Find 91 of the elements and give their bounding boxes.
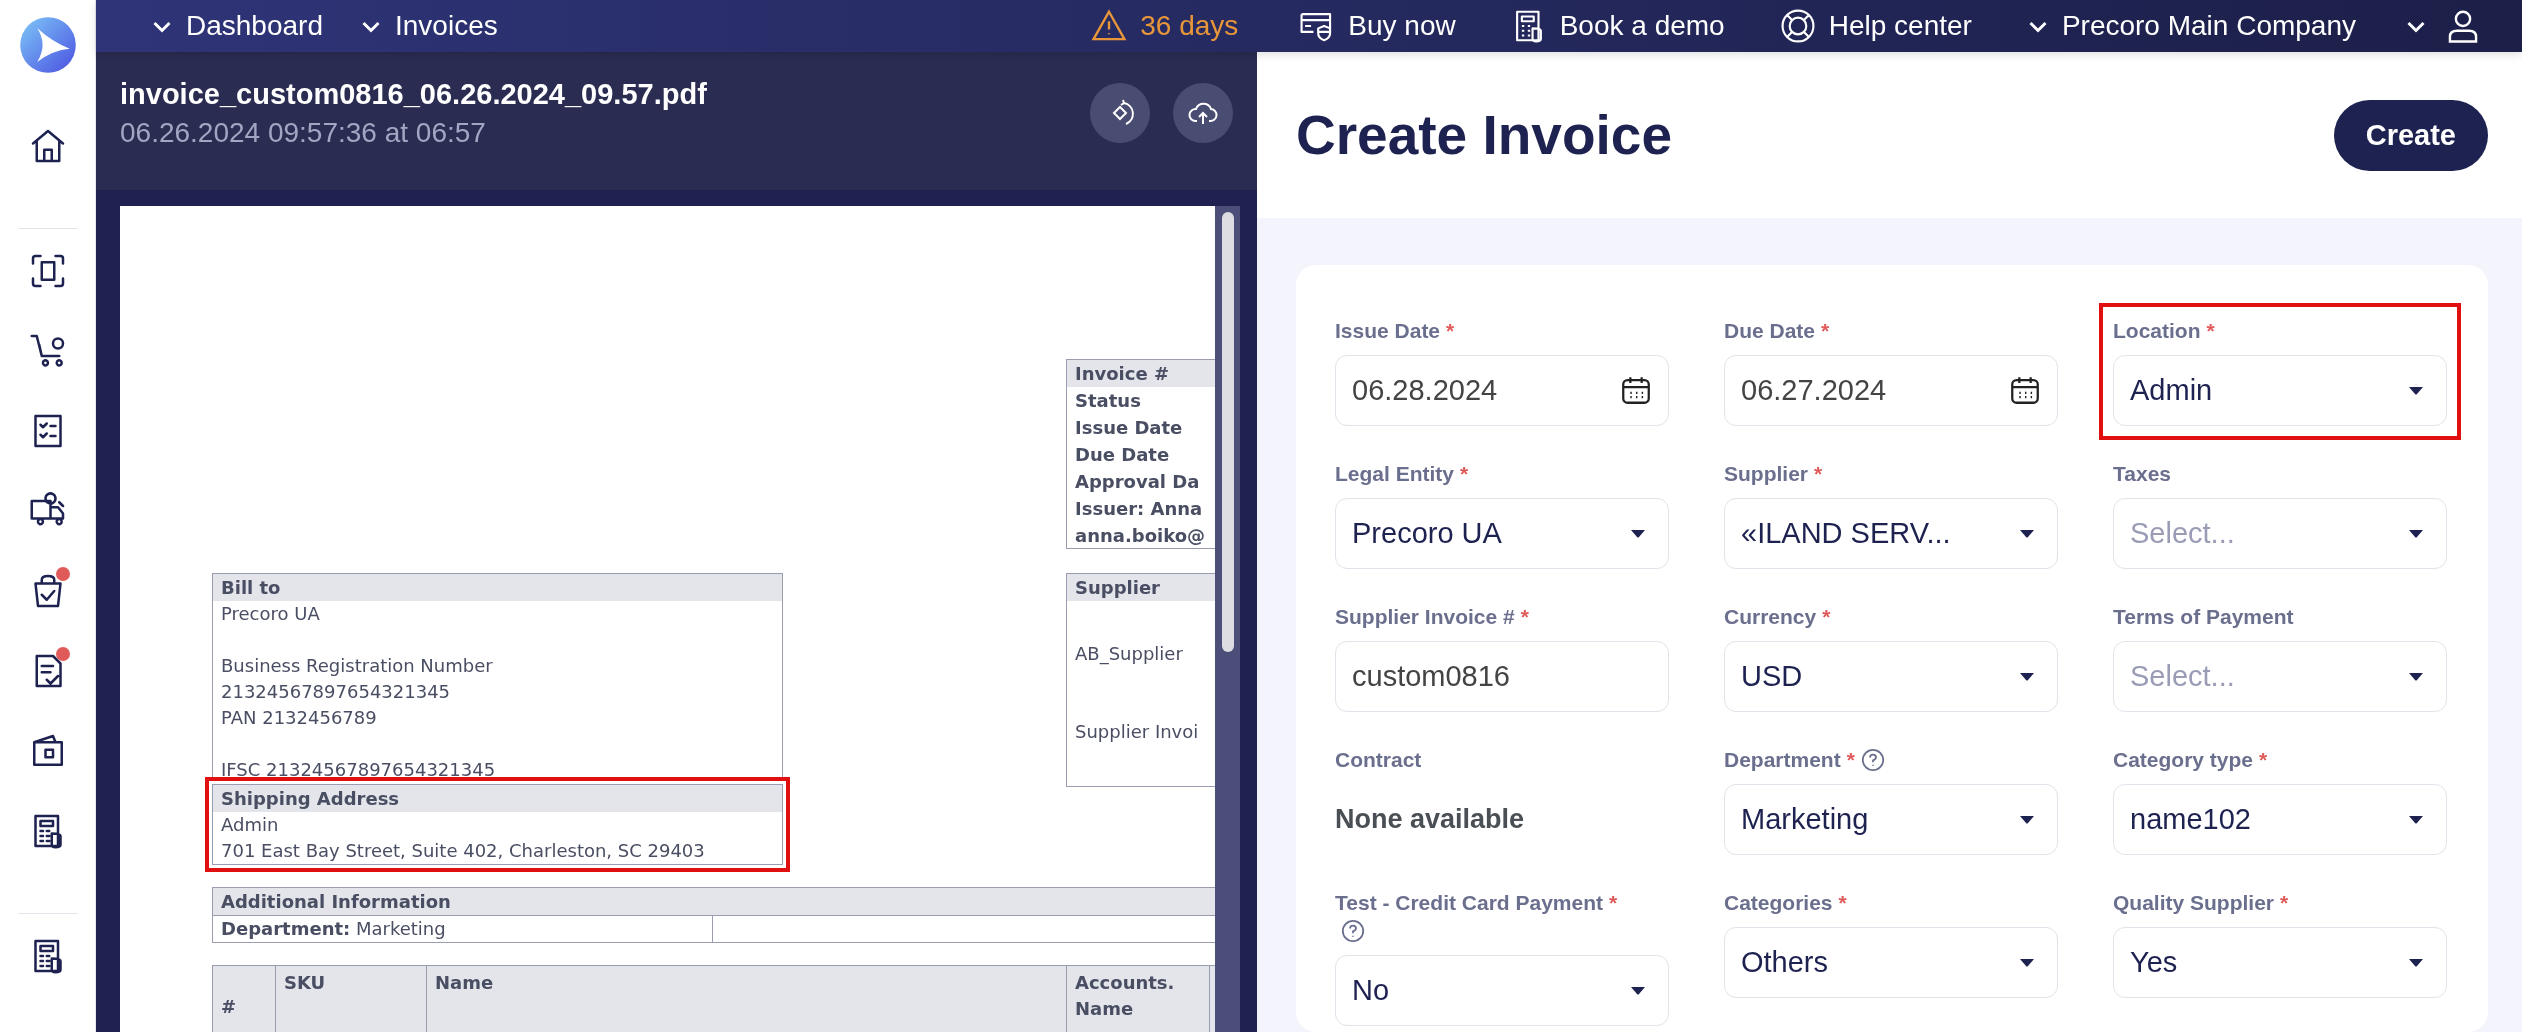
address-line: IFSC 21324567897654321345 (220, 758, 497, 782)
address-line: PAN 2132456789 (220, 706, 378, 730)
select-field[interactable]: No (1335, 955, 1669, 1026)
address-line: 701 East Bay Street, Suite 402, Charleston, SC 29403 (220, 839, 706, 863)
supplier-line: Supplier Invoi (1074, 720, 1200, 744)
field-label: Legal Entity (1335, 462, 1455, 485)
field-label: Location (2113, 319, 2201, 342)
field-label: Test - Credit Card Payment (1335, 891, 1603, 914)
department-text: Department: Marketing (213, 916, 713, 942)
select-field[interactable]: Precoro UA (1335, 498, 1669, 569)
caret-icon (2408, 814, 2424, 825)
required-mark: * (2206, 319, 2215, 342)
help-icon[interactable] (1341, 919, 1365, 943)
top-link[interactable]: Buy now (1348, 10, 1456, 42)
select-field[interactable]: Others (1724, 927, 2058, 998)
section-heading: Additional Information (213, 888, 1215, 915)
address-line: Precoro UA (220, 602, 321, 626)
caret-icon (2019, 671, 2035, 682)
select-field[interactable]: Yes (2113, 927, 2447, 998)
invoice-field: Status (1067, 387, 1215, 414)
field-label: Supplier (1724, 462, 1808, 485)
required-mark: * (2259, 748, 2268, 771)
select-field[interactable]: «ILAND SERV... (1724, 498, 2058, 569)
field-label: Issue Date (1335, 319, 1441, 342)
caret-icon (2019, 814, 2035, 825)
required-mark: * (1822, 605, 1831, 628)
scrollbar[interactable] (1215, 206, 1240, 1032)
text-field[interactable]: custom0816 (1335, 641, 1669, 712)
address-line: 21324567897654321345 (220, 680, 452, 704)
section-heading: Shipping Address (213, 785, 782, 812)
company-switcher[interactable]: Precoro Main Company (2061, 10, 2356, 42)
select-field[interactable]: Admin (2113, 355, 2447, 426)
date-field[interactable]: 06.28.2024 (1335, 355, 1669, 426)
field-label: Currency (1724, 605, 1817, 628)
caret-icon (2408, 385, 2424, 396)
supplier-line: AB_Supplier (1074, 642, 1184, 667)
required-mark: * (1520, 605, 1529, 628)
help-icon[interactable] (1860, 748, 1885, 772)
caret-icon (2408, 957, 2424, 968)
breadcrumb-link[interactable]: Invoices (395, 10, 498, 42)
invoice-field: Approval Da (1067, 468, 1215, 495)
contract-value: None available (1335, 803, 1526, 836)
address-line: Admin (220, 813, 280, 837)
select-field[interactable]: name102 (2113, 784, 2447, 855)
file-name: invoice_custom0816_06.26.2024_09.57.pdf (120, 77, 708, 111)
column-header: SKU (276, 966, 427, 1032)
field-label: Categories (1724, 891, 1833, 914)
field-label: Contract (1335, 748, 1422, 771)
required-mark: * (1814, 462, 1823, 485)
field-label: Quality Supplier (2113, 891, 2275, 914)
required-mark: * (1838, 891, 1847, 914)
required-mark: * (2280, 891, 2289, 914)
field-label: Due Date (1724, 319, 1816, 342)
top-link[interactable]: Book a demo (1559, 10, 1725, 42)
page-title: Create Invoice (1296, 103, 1672, 167)
required-mark: * (1609, 891, 1618, 914)
address-line: Business Registration Number (220, 654, 494, 678)
caret-icon (1630, 985, 1646, 996)
invoice-field: Issue Date (1067, 414, 1215, 441)
section-heading: Bill to (213, 574, 782, 601)
file-timestamp: 06.26.2024 09:57:36 at 06:57 (120, 116, 487, 149)
column-header: Name (427, 966, 1067, 1032)
column-header: Accounts. Name (1067, 966, 1210, 1032)
select-field[interactable]: USD (1724, 641, 2058, 712)
create-button[interactable]: Create (2333, 99, 2488, 171)
date-field[interactable]: 06.27.2024 (1724, 355, 2058, 426)
trial-days: 36 days (1140, 10, 1239, 42)
field-label: Terms of Payment (2113, 605, 2294, 628)
required-mark: * (1446, 319, 1455, 342)
column-header: # (213, 966, 276, 1032)
invoice-field: Invoice # (1067, 360, 1215, 387)
top-link[interactable]: Help center (1828, 10, 1972, 42)
field-label: Taxes (2113, 462, 2171, 485)
invoice-field: Due Date (1067, 441, 1215, 468)
caret-icon (1630, 528, 1646, 539)
caret-icon (2408, 528, 2424, 539)
caret-icon (2019, 528, 2035, 539)
required-mark: * (1846, 748, 1855, 771)
field-label: Department (1724, 748, 1841, 771)
required-mark: * (1821, 319, 1830, 342)
caret-icon (2408, 671, 2424, 682)
section-heading: Supplier (1067, 574, 1215, 601)
field-label: Category type (2113, 748, 2254, 771)
invoice-field: Issuer: Anna (1067, 495, 1215, 522)
logo-icon[interactable] (18, 16, 77, 74)
field-label: Supplier Invoice # (1335, 605, 1515, 628)
breadcrumb-link[interactable]: Dashboard (186, 10, 323, 42)
select-field[interactable]: Marketing (1724, 784, 2058, 855)
required-mark: * (1460, 462, 1469, 485)
caret-icon (2019, 957, 2035, 968)
invoice-field: anna.boiko@ (1067, 522, 1215, 548)
